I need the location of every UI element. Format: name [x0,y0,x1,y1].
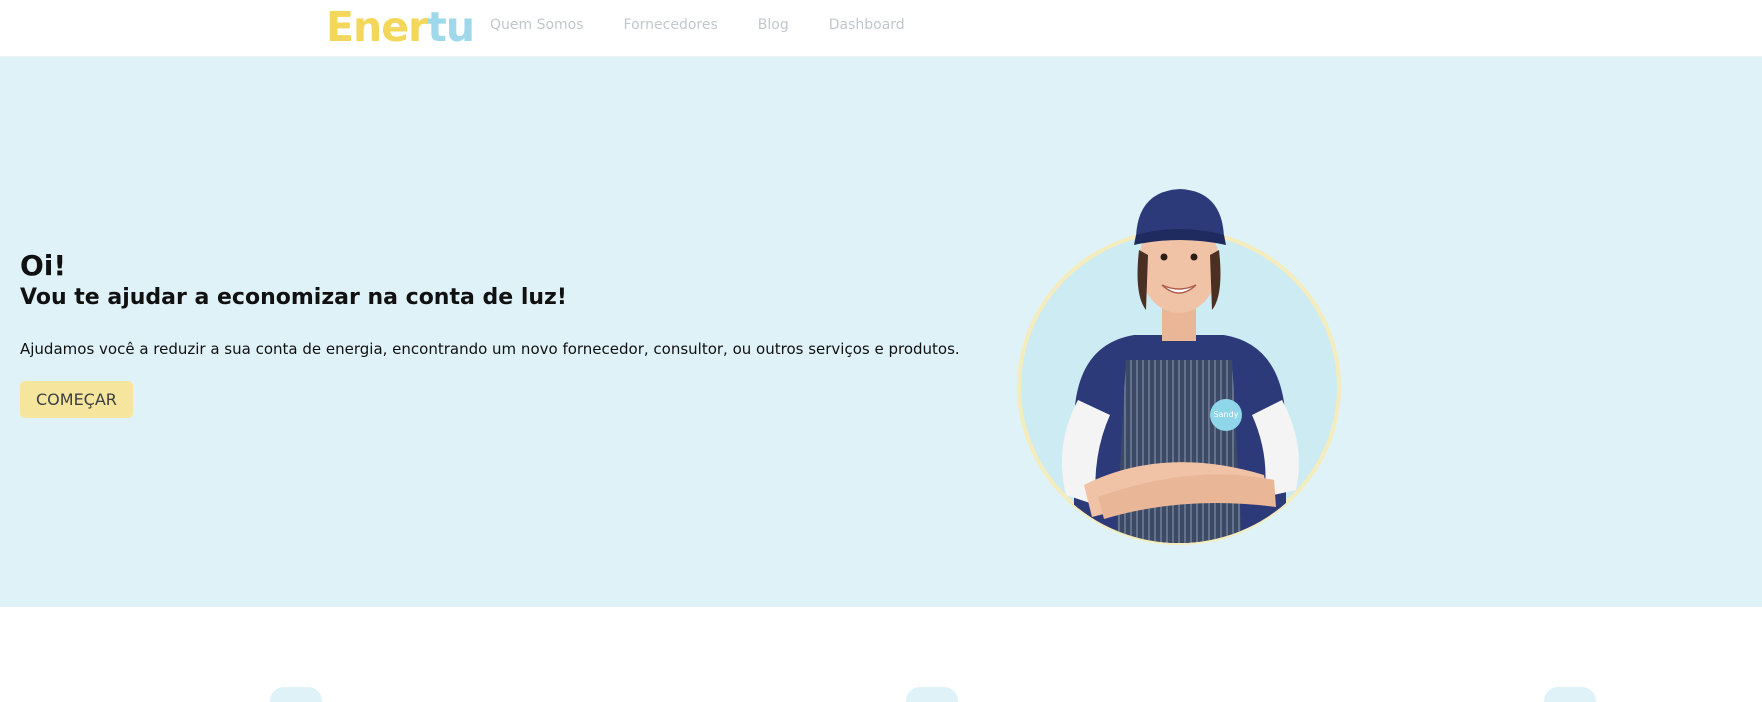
logo-text-ener: Ener [326,3,428,51]
start-button[interactable]: COMEÇAR [20,381,133,418]
nav-link-blog[interactable]: Blog [758,15,789,35]
nav-link-quem-somos[interactable]: Quem Somos [490,15,584,35]
features-section [0,607,1762,702]
top-navbar: Ener tu Quem Somos Fornecedores Blog Dash… [0,0,1762,57]
enertu-logo[interactable]: Ener tu [326,2,475,51]
feature-icon [270,687,322,702]
assistant-avatar: Sandy [1014,145,1344,545]
hero-section: Oi! Vou te ajudar a economizar na conta … [0,57,1762,607]
hero-description: Ajudamos você a reduzir a sua conta de e… [20,340,960,358]
nav-link-fornecedores[interactable]: Fornecedores [624,15,718,35]
logo-text-tu: tu [427,3,475,51]
feature-icon [906,687,958,702]
assistant-illustration [1062,189,1299,543]
hero-text-block: Oi! Vou te ajudar a economizar na conta … [20,249,960,418]
nav-link-dashboard[interactable]: Dashboard [829,15,905,35]
hero-title: Vou te ajudar a economizar na conta de l… [20,285,567,310]
hero-greeting: Oi! [20,249,67,282]
main-nav: Quem Somos Fornecedores Blog Dashboard [490,15,945,35]
name-badge-text: Sandy [1213,410,1239,419]
feature-icon [1544,687,1596,702]
